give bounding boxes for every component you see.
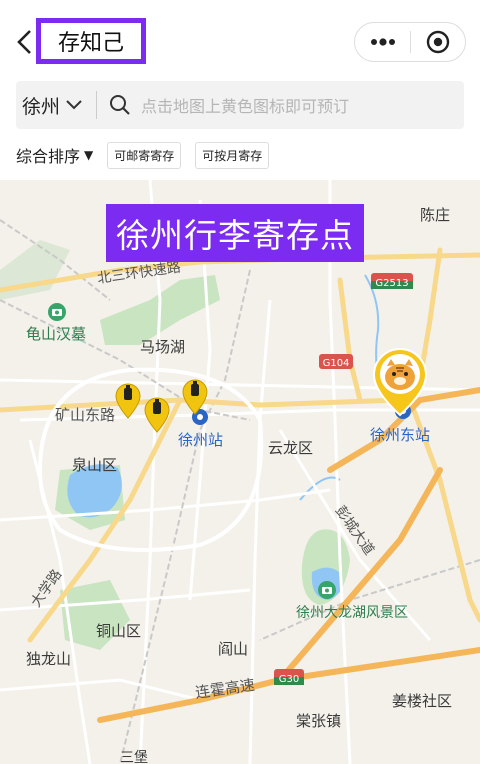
highway-badge-g30: G30 xyxy=(274,669,304,685)
promo-banner: 徐州行李寄存点 xyxy=(106,204,364,262)
camera-poi-icon xyxy=(318,581,336,599)
svg-text:G104: G104 xyxy=(323,358,350,369)
search-input[interactable]: 点击地图上黄色图标即可预订 xyxy=(141,93,349,117)
place-label: 龟山汉墓 xyxy=(26,325,86,343)
map-view[interactable]: G2513 G104 G30 陈庄 北三环快速路 龟山汉墓 马场湖 矿山东路 徐… xyxy=(0,180,480,764)
place-label: 徐州大龙湖风景区 xyxy=(296,605,408,621)
city-selector[interactable]: 徐州 xyxy=(16,92,96,119)
svg-text:G2513: G2513 xyxy=(375,278,408,289)
search-bar[interactable]: 徐州 点击地图上黄色图标即可预订 xyxy=(16,81,464,129)
highway-badge-g104: G104 xyxy=(319,354,353,369)
place-label: 徐州东站 xyxy=(370,426,430,444)
top-bar: 存知己 徐州 点击地图上黄色图标即可预订 综合排序 ▼ 可邮寄寄存 可按月寄存 xyxy=(0,0,480,180)
highway-badge-g2513: G2513 xyxy=(371,273,413,289)
place-label: 三堡 xyxy=(120,750,148,764)
city-name: 徐州 xyxy=(22,95,61,118)
search-divider xyxy=(96,91,97,119)
place-label: 云龙区 xyxy=(268,439,313,457)
page-title-text: 存知己 xyxy=(57,31,124,56)
sort-arrow-icon: ▼ xyxy=(84,148,94,162)
place-label: 独龙山 xyxy=(26,650,71,668)
promo-banner-text: 徐州行李寄存点 xyxy=(116,216,354,255)
back-arrow-icon[interactable] xyxy=(14,28,36,56)
place-label: 陈庄 xyxy=(420,206,450,224)
place-label: 阎山 xyxy=(218,640,248,658)
chevron-down-icon xyxy=(66,100,82,110)
more-dots-icon[interactable] xyxy=(355,23,410,61)
place-label: 马场湖 xyxy=(140,338,185,356)
place-label: 棠张镇 xyxy=(296,712,341,730)
sort-label: 综合排序 xyxy=(16,147,81,166)
camera-poi-icon xyxy=(48,303,66,321)
place-label: 泉山区 xyxy=(72,456,117,474)
road-label: 矿山东路 xyxy=(55,406,115,424)
filter-tag-mail[interactable]: 可邮寄寄存 xyxy=(107,141,182,169)
target-close-icon[interactable] xyxy=(411,23,465,61)
filter-bar: 综合排序 ▼ 可邮寄寄存 可按月寄存 xyxy=(16,140,283,170)
place-label: 姜楼社区 xyxy=(392,692,452,710)
sort-dropdown[interactable]: 综合排序 ▼ xyxy=(16,143,93,167)
page-title: 存知己 xyxy=(36,18,146,64)
filter-tag-monthly[interactable]: 可按月寄存 xyxy=(195,141,270,169)
svg-text:G30: G30 xyxy=(279,674,299,685)
mini-program-capsule xyxy=(354,22,466,62)
search-icon xyxy=(110,95,130,115)
place-label: 铜山区 xyxy=(96,622,141,640)
place-label: 徐州站 xyxy=(178,431,223,449)
